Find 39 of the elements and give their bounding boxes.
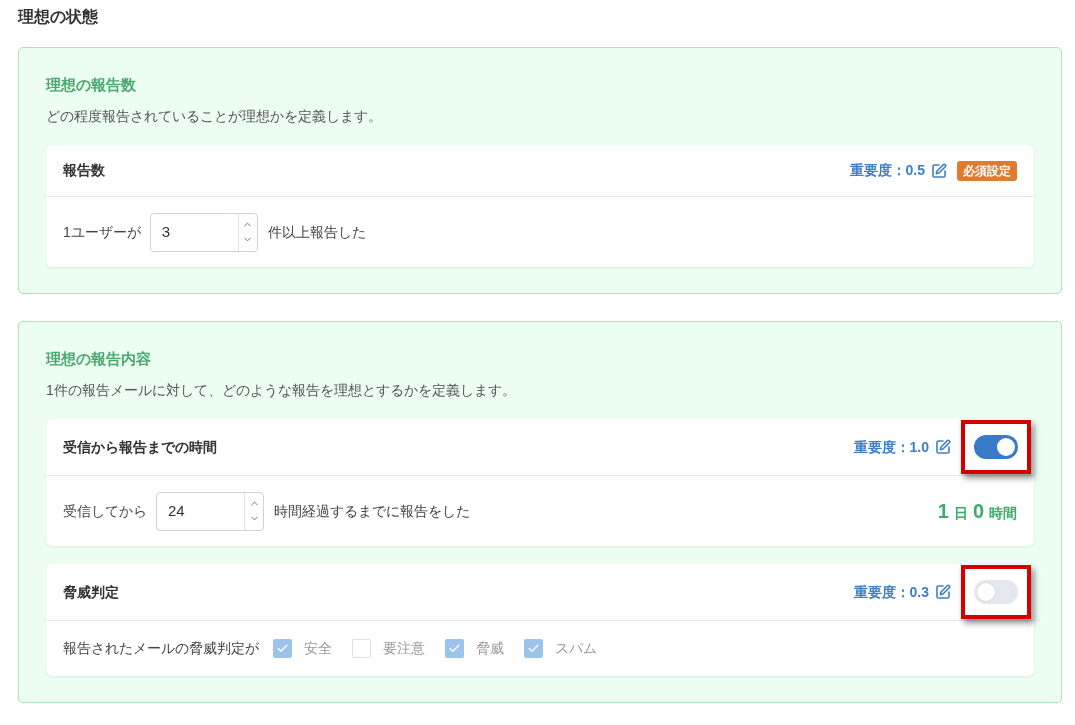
toggle-switch[interactable]: [974, 580, 1018, 604]
card-title: 脅威判定: [63, 582, 119, 602]
checkbox[interactable]: [273, 639, 292, 658]
checkbox-label: スパム: [555, 639, 597, 658]
importance-label: 重要度：1.0: [853, 437, 929, 457]
section-description: どの程度報告されていることが理想かを定義します。: [46, 107, 383, 126]
checkbox[interactable]: [524, 639, 543, 658]
field-label: 報告されたメールの脅威判定が: [63, 639, 259, 658]
check-icon: [276, 642, 289, 655]
importance-label: 重要度：0.3: [853, 582, 929, 602]
field-label: 1ユーザーが: [63, 222, 141, 242]
number-field[interactable]: 24: [156, 491, 264, 531]
field-label: 受信してから: [63, 501, 147, 521]
toggle-switch[interactable]: [974, 435, 1018, 459]
duration-unit: 日: [953, 506, 968, 520]
card-title: 報告数: [63, 161, 105, 180]
duration-value: 0: [972, 501, 984, 521]
edit-icon[interactable]: [935, 584, 951, 600]
checkbox[interactable]: [445, 639, 464, 658]
section-title: 理想の報告数: [46, 75, 137, 95]
check-icon: [527, 642, 540, 655]
page-title: 理想の状態: [18, 7, 99, 27]
duration-value: 1: [937, 501, 949, 521]
checkbox-label: 要注意: [383, 639, 425, 658]
card-title: 受信から報告までの時間: [63, 437, 217, 457]
check-icon: [448, 642, 461, 655]
checkbox-label: 脅威: [476, 639, 504, 658]
number-field[interactable]: 3: [149, 212, 258, 252]
checkbox-label: 安全: [304, 639, 332, 658]
section-title: 理想の報告内容: [46, 349, 152, 369]
checkbox[interactable]: [352, 639, 371, 658]
importance-label: 重要度：0.5: [849, 161, 925, 180]
field-label: 件以上報告した: [267, 222, 366, 242]
required-badge: 必須設定: [957, 160, 1017, 181]
duration-unit: 時間: [989, 506, 1017, 520]
field-label: 時間経過するまでに報告をした: [274, 501, 470, 521]
section-description: 1件の報告メールに対して、どのような報告を理想とするかを定義します。: [46, 381, 517, 400]
edit-icon[interactable]: [931, 162, 947, 179]
edit-icon[interactable]: [935, 439, 951, 455]
